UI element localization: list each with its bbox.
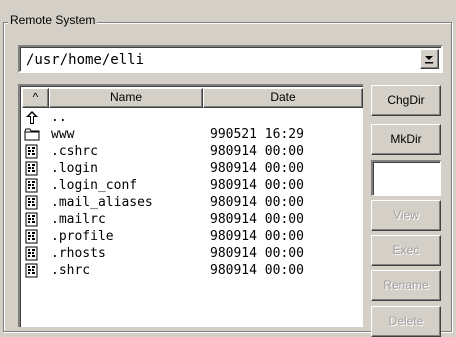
list-item[interactable]: .profile 980914 00:00	[22, 228, 363, 245]
list-item[interactable]: .mailrc 980914 00:00	[22, 211, 363, 228]
file-icon	[25, 178, 38, 193]
list-item[interactable]: .login 980914 00:00	[22, 160, 363, 177]
file-icon	[25, 212, 38, 227]
list-item[interactable]: .shrc 980914 00:00	[22, 262, 363, 279]
remote-path-combo[interactable]: /usr/home/elli	[18, 45, 443, 73]
mkdir-name-input[interactable]	[371, 160, 441, 196]
list-item[interactable]: .cshrc 980914 00:00	[22, 143, 363, 160]
file-icon	[25, 229, 38, 244]
path-dropdown-button[interactable]	[420, 49, 439, 69]
list-item[interactable]: ..	[22, 109, 363, 126]
list-item[interactable]: .mail_aliases 980914 00:00	[22, 194, 363, 211]
sort-column-header[interactable]: ^	[22, 88, 49, 108]
folder-icon	[24, 128, 40, 141]
rename-button[interactable]: Rename	[371, 270, 441, 301]
file-icon	[25, 161, 38, 176]
mkdir-button[interactable]: MkDir	[371, 124, 441, 155]
parent-dir-icon	[26, 111, 38, 124]
remote-path-value[interactable]: /usr/home/elli	[26, 51, 144, 69]
list-item[interactable]: .login_conf 980914 00:00	[22, 177, 363, 194]
file-rows: .. www 990521 16:29 .cshrc 980914 00:00 …	[22, 109, 363, 279]
exec-button[interactable]: Exec	[371, 235, 441, 266]
remote-file-list[interactable]: ^ Name Date .. www 990521 16:29 .cshrc 9…	[18, 84, 363, 327]
file-icon	[25, 246, 38, 261]
file-icon	[25, 195, 38, 210]
chevron-down-icon	[425, 56, 433, 64]
date-column-header[interactable]: Date	[203, 88, 363, 108]
name-column-header[interactable]: Name	[49, 88, 203, 108]
chgdir-button[interactable]: ChgDir	[371, 85, 441, 116]
file-icon	[25, 144, 38, 159]
delete-button[interactable]: Delete	[371, 306, 441, 337]
remote-system-panel: Remote System /usr/home/elli ^ Name Date…	[0, 0, 456, 337]
list-item[interactable]: .rhosts 980914 00:00	[22, 245, 363, 262]
view-button[interactable]: View	[371, 200, 441, 231]
list-item[interactable]: www 990521 16:29	[22, 126, 363, 143]
group-title: Remote System	[8, 13, 98, 27]
file-icon	[25, 263, 38, 278]
